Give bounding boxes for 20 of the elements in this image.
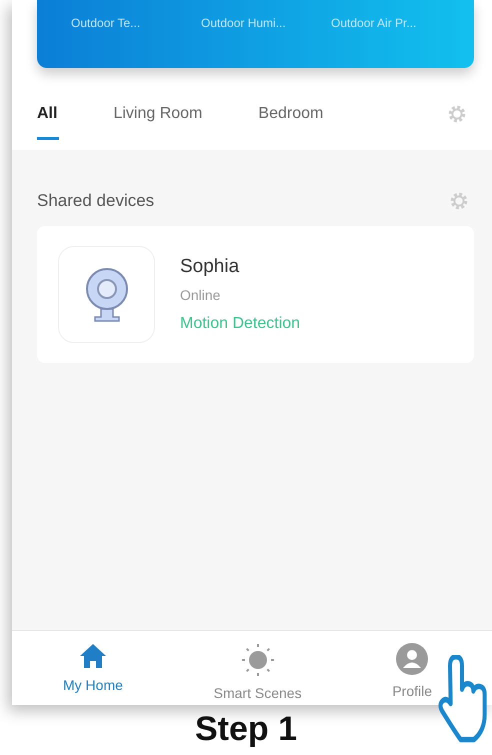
device-status: Online — [180, 286, 222, 306]
section-title: Shared devices — [37, 190, 154, 212]
sun-icon — [240, 643, 275, 677]
reading-label: Outdoor Humi... — [201, 15, 287, 32]
room-tab[interactable]: Bedroom — [258, 102, 324, 140]
device-feature: Motion Detection — [180, 314, 300, 334]
room-tab[interactable]: All — [37, 102, 58, 140]
device-card[interactable]: Sophia Online Motion Detection — [37, 226, 474, 363]
profile-icon — [396, 643, 428, 675]
reading-label: Outdoor Air Pr... — [331, 15, 418, 32]
device-name: Sophia — [180, 254, 240, 279]
home-icon — [78, 643, 107, 669]
settings-icon[interactable] — [448, 190, 470, 212]
nav-tab[interactable]: Profile — [386, 631, 438, 705]
nav-tab[interactable]: Smart Scenes — [208, 631, 308, 705]
reading-label: Outdoor Te... — [71, 15, 142, 32]
settings-icon[interactable] — [446, 103, 468, 125]
room-tab[interactable]: Living Room — [113, 102, 202, 140]
nav-tab[interactable]: My Home — [57, 631, 129, 705]
step-caption: Step 1 — [194, 712, 298, 746]
